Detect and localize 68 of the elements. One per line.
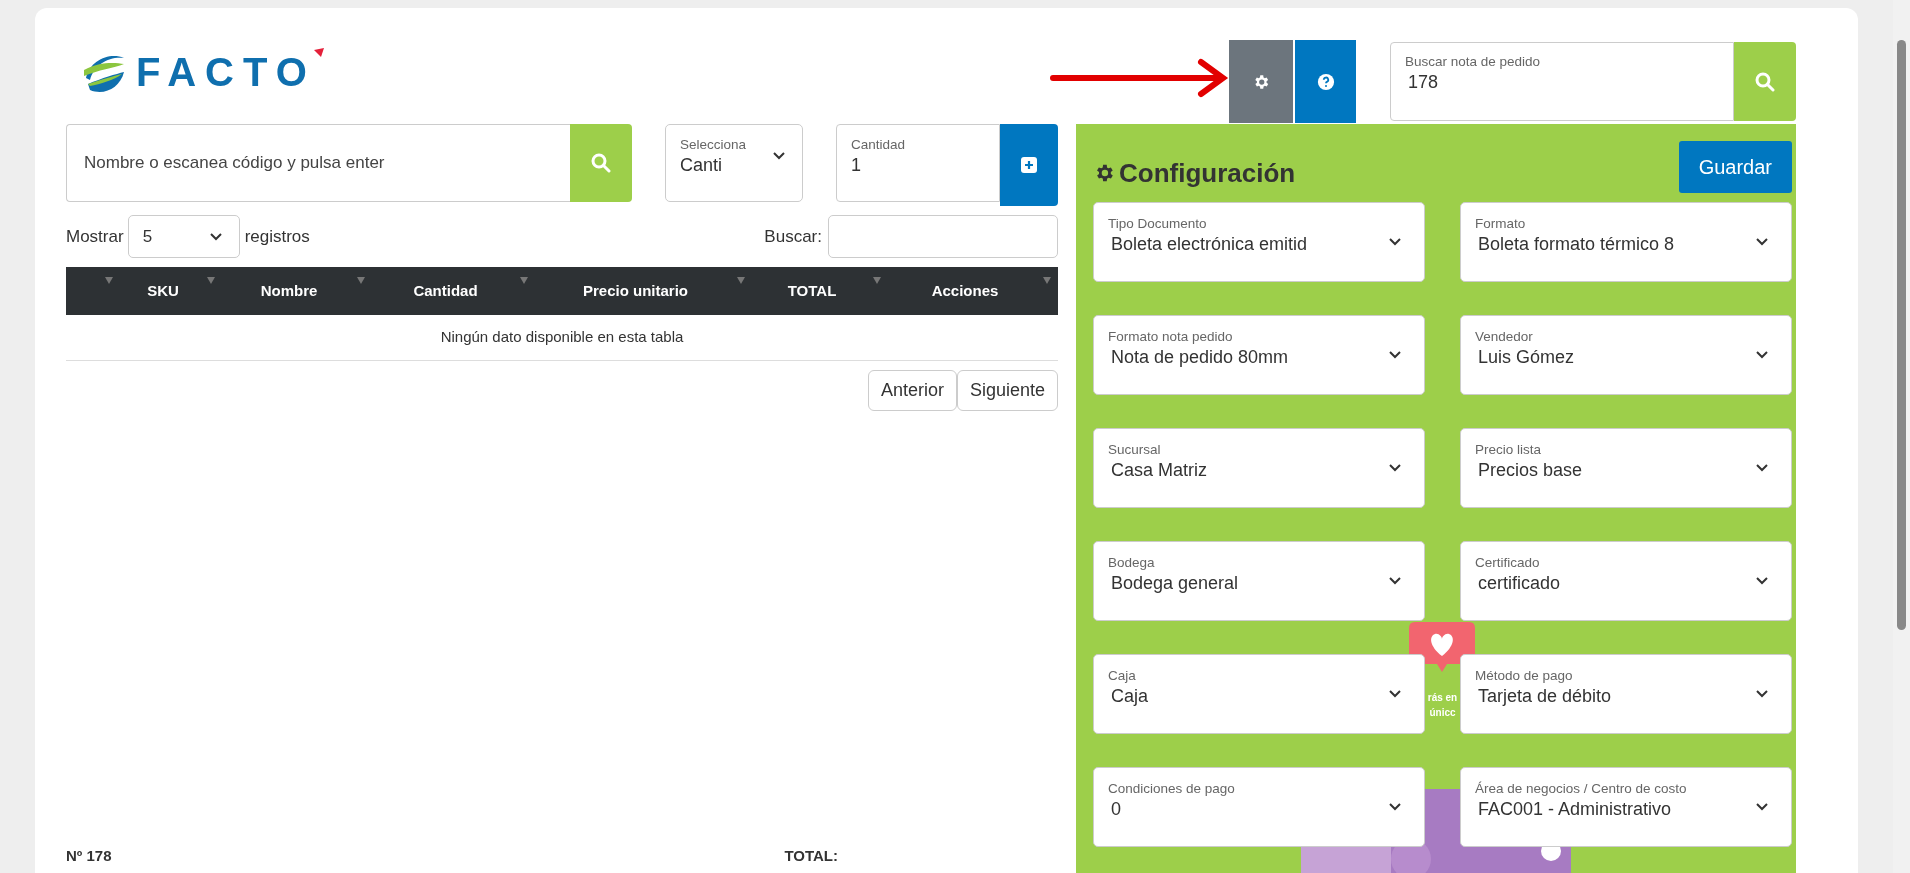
illustration-caption: únicc	[1428, 707, 1457, 719]
caret-icon	[1388, 463, 1402, 473]
caret-icon	[1388, 576, 1402, 586]
plus-icon	[1020, 156, 1038, 174]
caret-icon	[772, 151, 786, 161]
select-field[interactable]: Tipo Documento Boleta electrónica emitid	[1093, 202, 1425, 282]
select-field[interactable]: Método de pago Tarjeta de débito	[1460, 654, 1792, 734]
select-field[interactable]: Certificado certificado	[1460, 541, 1792, 621]
column-header: Acciones	[930, 280, 1000, 301]
logo-mark-icon	[313, 48, 324, 58]
sort-icon[interactable]	[736, 276, 746, 286]
select-field[interactable]: Formato nota pedido Nota de pedido 80mm	[1093, 315, 1425, 395]
select-field[interactable]: Precio lista Precios base	[1460, 428, 1792, 508]
table-search-field[interactable]	[828, 215, 1058, 258]
panel-title: Configuración	[1119, 156, 1296, 190]
caret-icon	[1388, 237, 1402, 247]
sort-icon[interactable]	[519, 276, 529, 286]
pagination-button[interactable]: Anterior	[867, 369, 957, 411]
caret-icon	[208, 231, 223, 242]
sort-icon[interactable]	[872, 276, 882, 286]
caret-icon	[1755, 237, 1769, 247]
mode-select[interactable]: Selecciona Canti	[665, 124, 803, 202]
column-header: SKU	[146, 280, 180, 301]
caret-icon	[1755, 802, 1769, 812]
column-header: Nombre	[259, 280, 319, 301]
caret-icon	[1388, 802, 1402, 812]
search-button[interactable]	[1734, 42, 1796, 121]
select-field[interactable]: Vendedor Luis Gómez	[1460, 315, 1792, 395]
column-header: TOTAL	[786, 280, 838, 301]
product-search-field[interactable]: Nombre o escanea código y pulsa enter	[66, 124, 570, 202]
save-button[interactable]: Guardar	[1678, 141, 1792, 193]
records-label: registros	[244, 225, 310, 248]
select-field[interactable]: Sucursal Casa Matriz	[1093, 428, 1425, 508]
sort-icon[interactable]	[104, 276, 114, 286]
order-search-field[interactable]: Buscar nota de pedido 178	[1390, 42, 1734, 121]
search-icon	[591, 153, 611, 173]
pagination-button[interactable]: Siguiente	[956, 369, 1058, 411]
add-button[interactable]	[1000, 124, 1058, 206]
caret-icon	[1755, 350, 1769, 360]
table-search-label: Buscar:	[764, 225, 822, 248]
sort-icon[interactable]	[206, 276, 216, 286]
search-button[interactable]	[570, 124, 632, 202]
heart-icon	[1409, 622, 1475, 674]
order-number: Nº 178	[66, 845, 112, 866]
caret-icon	[1388, 350, 1402, 360]
select-field[interactable]: Caja Caja	[1093, 654, 1425, 734]
total-label: TOTAL:	[784, 845, 838, 866]
sort-icon[interactable]	[1042, 276, 1052, 286]
caret-icon	[1755, 463, 1769, 473]
select-field[interactable]: Formato Boleta formato térmico 8	[1460, 202, 1792, 282]
empty-table-message: Ningún dato disponible en esta tabla	[440, 328, 684, 345]
help-icon	[1316, 72, 1335, 91]
caret-icon	[1755, 689, 1769, 699]
logo-text: FACTO	[136, 52, 316, 92]
column-header: Precio unitario	[582, 280, 689, 301]
select-field[interactable]: Bodega Bodega general	[1093, 541, 1425, 621]
select-field[interactable]: Condiciones de pago 0	[1093, 767, 1425, 847]
quantity-field[interactable]: Cantidad 1	[836, 124, 1000, 202]
caret-icon	[1755, 576, 1769, 586]
sort-icon[interactable]	[356, 276, 366, 286]
column-header: Cantidad	[412, 280, 479, 301]
illustration-caption: rás en	[1426, 692, 1459, 704]
show-label: Mostrar	[66, 225, 124, 248]
search-icon	[1755, 71, 1775, 92]
page-size-select[interactable]: 5	[127, 215, 240, 258]
select-field[interactable]: Área de negocios / Centro de costo FAC001 - Administrativo	[1460, 767, 1792, 847]
caret-icon	[1388, 689, 1402, 699]
help-button[interactable]	[1295, 40, 1356, 123]
